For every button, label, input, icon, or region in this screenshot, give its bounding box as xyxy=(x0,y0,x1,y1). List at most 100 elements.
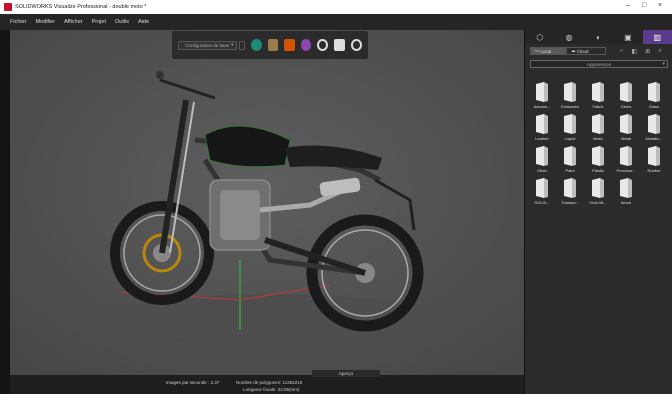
search-icon[interactable]: ⌕ xyxy=(658,48,661,55)
folder-icon xyxy=(620,82,632,102)
scene-icon[interactable] xyxy=(267,39,279,51)
appearance-folder[interactable]: Fabric xyxy=(585,82,611,109)
top-toolbar: Configuration de base xyxy=(172,31,368,59)
folder-label: Rubber xyxy=(647,168,661,173)
folder-label: Gems xyxy=(620,104,632,109)
environment-icon[interactable] xyxy=(300,39,312,51)
cameras-tab-icon[interactable]: ▣ xyxy=(613,30,642,44)
folder-icon xyxy=(648,146,660,166)
configuration-dropdown[interactable]: Configuration de base xyxy=(178,40,237,50)
grid-view-icon[interactable]: ⊞ xyxy=(645,48,650,55)
refresh-icon[interactable] xyxy=(317,39,329,51)
menu-outils[interactable]: Outils xyxy=(115,19,129,25)
window-title: SOLIDWORKS Visualize Professional - doub… xyxy=(15,4,147,10)
menu-modifier[interactable]: Modifier xyxy=(36,19,56,25)
folder-label: Fabric xyxy=(592,104,604,109)
folder-icon xyxy=(536,114,548,134)
folder-label: Other xyxy=(536,168,547,173)
folder-icon xyxy=(592,114,604,134)
folder-label: Automo... xyxy=(533,104,551,109)
focal-length: Longueur focale: 23.05(mm) xyxy=(243,387,300,392)
category-dropdown[interactable]: Apparences xyxy=(530,60,668,68)
appearance-folder[interactable]: Glass xyxy=(641,82,667,109)
appearance-folder[interactable]: Precious... xyxy=(613,146,639,173)
render-viewport[interactable]: Configuration de base xyxy=(10,30,524,375)
appearance-folder[interactable]: Paint xyxy=(557,146,583,173)
menu-fichier[interactable]: Fichier xyxy=(10,19,27,25)
folder-label: Transpa... xyxy=(561,200,579,205)
folder-label: Paint xyxy=(565,168,575,173)
folder-icon xyxy=(536,178,548,198)
left-strip xyxy=(0,30,10,394)
panel-tabs: ⬡ ◍ ◐ ▣ ▥ xyxy=(525,30,672,44)
library-panel: ⬡ ◍ ◐ ▣ ▥ ▭ Local ☁ Cloud ⌐ ◧ ⊞ ⌕ Appare… xyxy=(524,30,672,394)
models-tab-icon[interactable]: ⬡ xyxy=(525,30,554,44)
status-bar: Aperçu Images par seconde : 2.37 Nombre … xyxy=(10,370,524,394)
appearance-folder[interactable]: Vivid Mi... xyxy=(585,178,611,205)
folder-label: Vivid Mi... xyxy=(589,200,607,205)
camera-icon[interactable] xyxy=(284,39,295,51)
cloud-label: Cloud xyxy=(576,48,589,54)
appearance-folder[interactable]: Other xyxy=(529,146,555,173)
folder-label: Leather xyxy=(535,136,549,141)
folder-label: SOLID... xyxy=(534,200,550,205)
local-label: Local xyxy=(540,48,552,54)
folder-label: Liquid xyxy=(564,136,576,141)
appearance-folder[interactable]: Transpa... xyxy=(557,178,583,205)
folder-icon xyxy=(648,114,660,134)
folder-label: Glass xyxy=(648,104,660,109)
polygon-count: Nombre de polygones: 11352219 xyxy=(236,380,303,385)
appearance-grid: Automo... Emissives Fabric Gems Glass Leather… xyxy=(529,82,669,205)
environments-tab-icon[interactable]: ◐ xyxy=(584,30,613,44)
appearance-folder[interactable]: SOLID... xyxy=(529,178,555,205)
appearance-folder[interactable]: Wood xyxy=(613,178,639,205)
folder-label: Metallic... xyxy=(645,136,663,141)
fps-readout: Images par seconde : 2.37 xyxy=(166,380,220,385)
folder-icon xyxy=(592,178,604,198)
folder-label: Emissives xyxy=(560,104,579,109)
motorcycle-render xyxy=(10,30,524,375)
folder-icon xyxy=(592,146,604,166)
folder-label: Precious... xyxy=(616,168,636,173)
close-icon[interactable]: × xyxy=(658,2,662,9)
list-view-icon[interactable]: ◧ xyxy=(632,48,638,55)
appearance-folder[interactable]: Plastic xyxy=(585,146,611,173)
files-tab-icon[interactable]: ▥ xyxy=(642,30,672,44)
configuration-list-button[interactable] xyxy=(238,40,245,50)
appearance-folder[interactable]: Emissives xyxy=(557,82,583,109)
folder-icon xyxy=(648,82,660,102)
folder-icon xyxy=(564,82,576,102)
folder-icon xyxy=(620,114,632,134)
appearance-folder[interactable]: Leather xyxy=(529,114,555,141)
menu-afficher[interactable]: Afficher xyxy=(64,19,83,25)
folder-icon xyxy=(620,178,632,198)
menu-aide[interactable]: Aide xyxy=(138,19,149,25)
appearance-folder[interactable]: Mesh xyxy=(585,114,611,141)
appearance-folder[interactable]: Gems xyxy=(613,82,639,109)
appearance-folder[interactable]: Automo... xyxy=(529,82,555,109)
settings-icon[interactable] xyxy=(350,39,362,51)
new-folder-icon[interactable]: ⌐ xyxy=(620,48,624,54)
appearance-folder[interactable]: Metallic... xyxy=(641,114,667,141)
folder-label: Wood xyxy=(620,200,632,205)
local-button[interactable]: ▭ Local xyxy=(530,47,566,55)
folder-icon xyxy=(536,82,548,102)
menu-projet[interactable]: Projet xyxy=(92,19,106,25)
maximize-icon[interactable]: □ xyxy=(642,2,646,9)
folder-icon xyxy=(564,146,576,166)
cloud-button[interactable]: ☁ Cloud xyxy=(566,47,606,55)
folder-label: Mesh xyxy=(593,136,603,141)
snapshot-icon[interactable] xyxy=(334,39,345,51)
appearance-folder[interactable]: Metal xyxy=(613,114,639,141)
minimize-icon[interactable]: – xyxy=(626,2,630,9)
appearance-folder[interactable]: Liquid xyxy=(557,114,583,141)
render-mode-icon[interactable] xyxy=(250,39,262,51)
folder-icon xyxy=(536,146,548,166)
folder-icon xyxy=(620,146,632,166)
title-bar: SOLIDWORKS Visualize Professional - doub… xyxy=(0,0,672,14)
preview-label[interactable]: Aperçu xyxy=(312,370,380,377)
folder-icon xyxy=(564,114,576,134)
appearance-folder[interactable]: Rubber xyxy=(641,146,667,173)
appearances-tab-icon[interactable]: ◍ xyxy=(554,30,583,44)
source-row: ▭ Local ☁ Cloud ⌐ ◧ ⊞ ⌕ xyxy=(525,44,672,58)
